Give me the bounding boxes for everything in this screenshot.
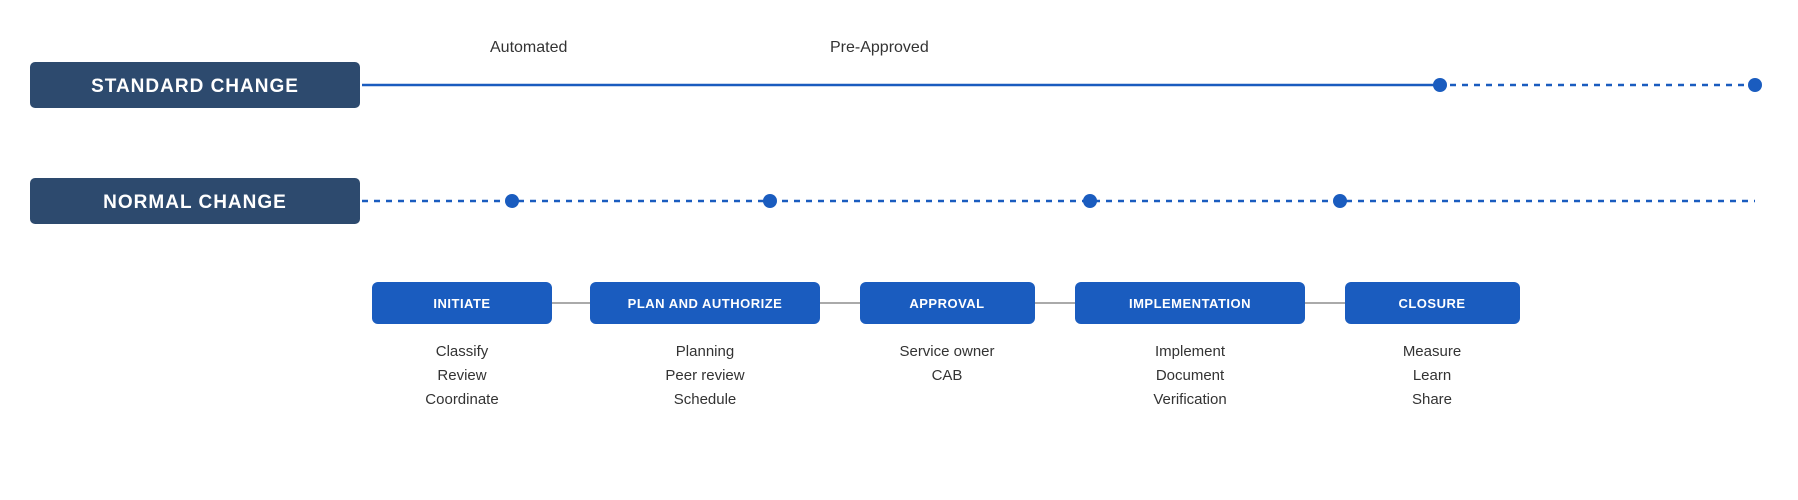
svg-text:CLOSURE: CLOSURE	[1398, 296, 1465, 311]
diagram-container: Automated Pre-Approved STANDARD CHANGE N…	[0, 0, 1798, 500]
svg-text:Verification: Verification	[1153, 391, 1226, 408]
svg-text:Service owner: Service owner	[899, 343, 994, 360]
normal-change-label: NORMAL CHANGE	[103, 192, 287, 213]
svg-text:APPROVAL: APPROVAL	[909, 296, 984, 311]
svg-text:Peer review: Peer review	[665, 367, 744, 384]
svg-text:Review: Review	[437, 367, 486, 384]
svg-text:Learn: Learn	[1413, 367, 1451, 384]
svg-text:Share: Share	[1412, 391, 1452, 408]
svg-text:IMPLEMENTATION: IMPLEMENTATION	[1129, 296, 1251, 311]
svg-text:Implement: Implement	[1155, 343, 1226, 360]
svg-text:CAB: CAB	[932, 367, 963, 384]
svg-text:Schedule: Schedule	[674, 391, 737, 408]
preapproved-label: Pre-Approved	[830, 39, 929, 56]
svg-text:PLAN AND AUTHORIZE: PLAN AND AUTHORIZE	[628, 296, 783, 311]
svg-text:Classify: Classify	[436, 343, 489, 360]
svg-text:INITIATE: INITIATE	[433, 296, 490, 311]
svg-text:Coordinate: Coordinate	[425, 391, 498, 408]
svg-text:Planning: Planning	[676, 343, 734, 360]
svg-text:Measure: Measure	[1403, 343, 1461, 360]
svg-text:Document: Document	[1156, 367, 1225, 384]
automated-label: Automated	[490, 39, 567, 56]
standard-change-label: STANDARD CHANGE	[91, 76, 299, 97]
